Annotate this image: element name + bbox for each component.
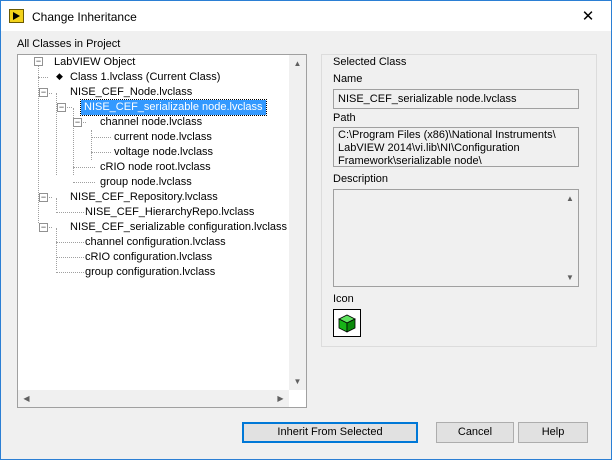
scroll-right-arrow-icon[interactable]: ▶ xyxy=(272,390,289,407)
window-title: Change Inheritance xyxy=(32,10,137,24)
help-button[interactable]: Help xyxy=(518,422,588,443)
tree-line xyxy=(56,242,84,243)
change-inheritance-dialog: Change Inheritance ✕ All Classes in Proj… xyxy=(0,0,612,460)
scroll-down-arrow-icon[interactable]: ▼ xyxy=(289,373,306,390)
tree-line xyxy=(91,130,92,160)
path-line: C:\Program Files (x86)\National Instrume… xyxy=(338,129,556,141)
tree-line xyxy=(56,228,57,270)
expander-minus-icon[interactable]: − xyxy=(34,57,43,66)
path-field: C:\Program Files (x86)\National Instrume… xyxy=(333,127,579,167)
tree-item[interactable]: cRIO configuration.lvclass xyxy=(85,250,212,265)
scroll-up-arrow-icon[interactable]: ▲ xyxy=(562,190,578,207)
tree-item[interactable]: NISE_CEF_Repository.lvclass xyxy=(70,190,218,205)
class-icon-box xyxy=(333,309,361,337)
tree-item[interactable]: group configuration.lvclass xyxy=(85,265,215,280)
description-scrollbar[interactable]: ▲ ▼ xyxy=(562,190,578,286)
tree-item[interactable]: channel configuration.lvclass xyxy=(85,235,226,250)
tree-line xyxy=(73,182,95,183)
tree-line xyxy=(91,137,111,138)
tree-line xyxy=(56,198,57,210)
selected-class-label: Selected Class xyxy=(333,56,407,68)
tree-item-current-class[interactable]: Class 1.lvclass (Current Class) xyxy=(70,70,220,85)
tree-item-selected[interactable]: NISE_CEF_serializable node.lvclass xyxy=(80,99,267,116)
path-label: Path xyxy=(333,112,356,124)
name-field: NISE_CEF_serializable node.lvclass xyxy=(333,89,579,109)
class-tree[interactable]: − − − − − − ◆ LabVIEW Object Class 1.lvc… xyxy=(17,54,307,408)
tree-line xyxy=(91,152,111,153)
tree-item[interactable]: channel node.lvclass xyxy=(100,115,202,130)
tree-item[interactable]: NISE_CEF_serializable configuration.lvcl… xyxy=(70,220,287,235)
tree-horizontal-scrollbar[interactable]: ◀ ▶ xyxy=(18,390,289,407)
tree-line xyxy=(56,272,84,273)
labview-app-icon xyxy=(9,9,24,23)
tree-line xyxy=(56,212,84,213)
tree-line xyxy=(38,77,48,78)
tree-item[interactable]: voltage node.lvclass xyxy=(114,145,213,160)
expander-minus-icon[interactable]: − xyxy=(39,88,48,97)
path-line: LabVIEW 2014\vi.lib\NI\Configuration xyxy=(338,142,520,154)
description-label: Description xyxy=(333,173,389,185)
expander-minus-icon[interactable]: − xyxy=(39,223,48,232)
expander-minus-icon[interactable]: − xyxy=(73,118,82,127)
scroll-down-arrow-icon[interactable]: ▼ xyxy=(562,269,578,286)
tree-item[interactable]: cRIO node root.lvclass xyxy=(100,160,211,175)
cancel-button[interactable]: Cancel xyxy=(436,422,514,443)
tree-item[interactable]: LabVIEW Object xyxy=(54,55,135,70)
tree-line xyxy=(56,257,84,258)
tree-vertical-scrollbar[interactable]: ▲ ▼ xyxy=(289,55,306,390)
inherit-from-selected-button[interactable]: Inherit From Selected xyxy=(242,422,418,443)
title-bar: Change Inheritance ✕ xyxy=(1,1,611,31)
expander-minus-icon[interactable]: − xyxy=(57,103,66,112)
tree-item[interactable]: NISE_CEF_Node.lvclass xyxy=(70,85,192,100)
description-field: ▲ ▼ xyxy=(333,189,579,287)
expander-minus-icon[interactable]: − xyxy=(39,193,48,202)
green-cube-icon xyxy=(338,314,356,333)
tree-item[interactable]: current node.lvclass xyxy=(114,130,212,145)
name-label: Name xyxy=(333,73,363,85)
close-button[interactable]: ✕ xyxy=(565,1,611,31)
tree-item[interactable]: group node.lvclass xyxy=(100,175,192,190)
current-class-diamond-icon: ◆ xyxy=(56,71,63,81)
tree-line xyxy=(73,167,95,168)
icon-label: Icon xyxy=(333,293,354,305)
tree-item[interactable]: NISE_CEF_HierarchyRepo.lvclass xyxy=(85,205,254,220)
scroll-left-arrow-icon[interactable]: ◀ xyxy=(18,390,35,407)
scroll-up-arrow-icon[interactable]: ▲ xyxy=(289,55,306,72)
tree-label: All Classes in Project xyxy=(17,38,121,50)
path-line: Framework\serializable node\ xyxy=(338,155,482,167)
